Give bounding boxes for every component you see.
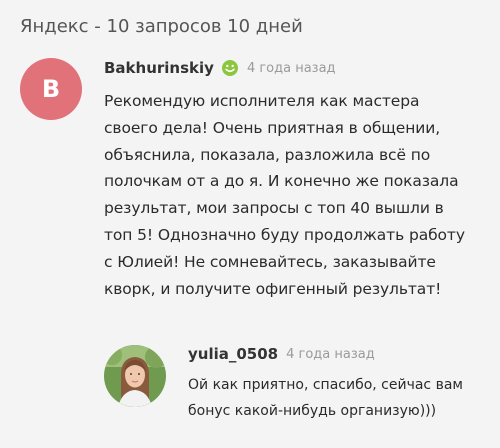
reply-body: yulia_0508 4 года назад Ой как приятно, …: [188, 342, 498, 424]
reply-timestamp: 4 года назад: [286, 346, 375, 362]
reply-text-line: бонус какой-нибудь организую))): [188, 403, 437, 419]
review-text-line: полочкам от а до я. И конечно же показал…: [104, 172, 459, 191]
review-text-line: результат, мои запросы с топ 40 вышли в: [104, 199, 444, 218]
smile-icon: [221, 59, 239, 77]
review-text-line: Рекомендую исполнителя как мастера: [104, 92, 420, 110]
review-text-line: кворк, и получите офигенный результат!: [104, 279, 442, 298]
reply-text-line: Ой как приятно, спасибо, сейчас вам: [188, 377, 463, 393]
review-text: Рекомендую исполнителя как мастера своег…: [104, 88, 494, 302]
reply-text: Ой как приятно, спасибо, сейчас вам бону…: [188, 372, 498, 424]
review-meta: Bakhurinskiy 4 года назад: [104, 56, 494, 80]
reply-avatar[interactable]: [104, 345, 166, 407]
review-timestamp: 4 года назад: [246, 60, 336, 76]
avatar[interactable]: B: [20, 58, 82, 120]
review-text-line: объяснила, показала, разложила всё по: [104, 145, 431, 164]
review-text-line: топ 5! Однозначно буду продолжать работу: [104, 225, 465, 244]
reply-username[interactable]: yulia_0508: [188, 345, 278, 363]
review-text-line: с Юлией! Не сомневайтесь, заказывайте: [104, 252, 436, 271]
review-body: Bakhurinskiy 4 года назад Рекомендую исп…: [104, 56, 494, 302]
review-text-line: своего дела! Очень приятная в общении,: [104, 118, 441, 137]
page-title: Яндекс - 10 запросов 10 дней: [20, 16, 303, 37]
reply-meta: yulia_0508 4 года назад: [188, 342, 498, 366]
review-username[interactable]: Bakhurinskiy: [104, 59, 214, 77]
